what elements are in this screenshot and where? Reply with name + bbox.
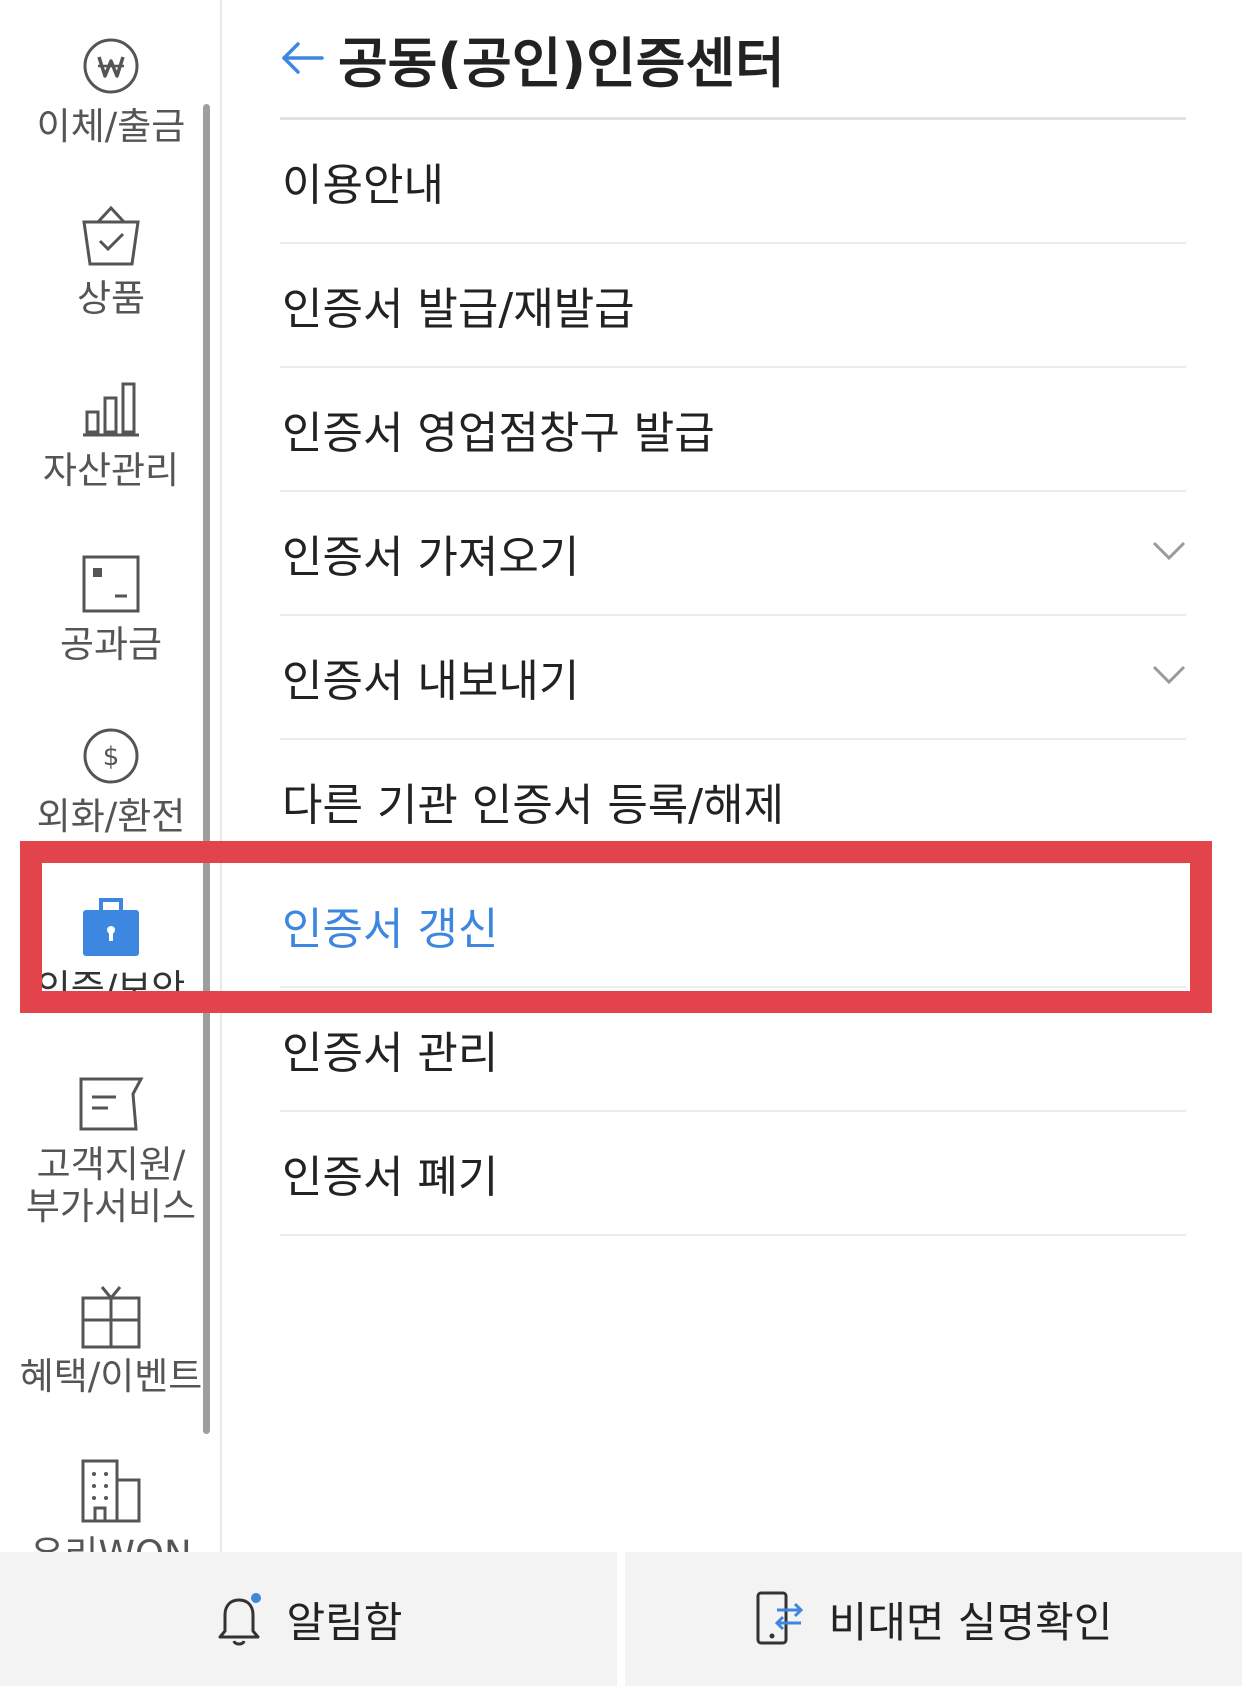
menu-item-revoke[interactable]: 인증서 폐기 [280,1112,1186,1236]
menu-item-label: 다른 기관 인증서 등록/해제 [282,780,785,831]
sidebar-item-transfer[interactable]: 이체/출금 [0,36,220,148]
back-arrow-icon[interactable] [278,38,324,78]
sidebar-scrollbar[interactable] [203,104,210,1434]
building-icon [81,1459,141,1523]
non-face-to-face-verification-button[interactable]: 비대면 실명확인 [617,1552,1242,1686]
menu-item-branch-issue[interactable]: 인증서 영업점창구 발급 [280,368,1186,492]
menu-item-label: 인증서 가져오기 [282,532,580,583]
bell-icon [218,1593,261,1646]
bottom-bar: 알림함 비대면 실명확인 [0,1552,1242,1686]
menu-item-label: 이용안내 [282,160,444,211]
certificate-menu: 이용안내 인증서 발급/재발급 인증서 영업점창구 발급 인증서 가져오기 인증… [280,120,1186,1236]
page-header: 공동(공인)인증센터 [278,18,785,98]
lock-case-icon [83,898,139,956]
sidebar-item-certification-security[interactable]: 인증/보안 [0,898,220,1010]
sidebar-item-customer-support[interactable]: 고객지원/ 부가서비스 [0,1076,220,1228]
sidebar-item-label: 인증/보안 [36,967,186,1010]
sidebar-item-label: 이체/출금 [36,105,186,148]
sidebar-item-bills[interactable]: 공과금 [0,554,220,666]
sidebar-item-label-line1: 고객지원/ [36,1143,186,1186]
sidebar-item-label: 혜택/이벤트 [19,1355,203,1398]
menu-item-renew[interactable]: 인증서 갱신 [280,864,1186,988]
menu-item-other-institution[interactable]: 다른 기관 인증서 등록/해제 [280,740,1186,864]
menu-item-label: 인증서 영업점창구 발급 [282,408,715,459]
sidebar-item-label: 외화/환전 [36,795,186,838]
notifications-button[interactable]: 알림함 [0,1552,617,1686]
sidebar-item-foreign-exchange[interactable]: $ 외화/환전 [0,726,220,838]
verification-label: 비대면 실명확인 [828,1597,1113,1647]
menu-item-label: 인증서 관리 [282,1028,499,1079]
sidebar-item-label: 상품 [76,277,146,320]
menu-item-label: 인증서 내보내기 [282,656,580,707]
bar-chart-icon [83,382,139,437]
chat-note-icon [79,1077,144,1131]
sidebar-item-label: 우리WON [0,1534,220,1553]
menu-item-export[interactable]: 인증서 내보내기 [280,616,1186,740]
page-title: 공동(공인)인증센터 [338,31,785,95]
sidebar-item-products[interactable]: 상품 [0,206,220,320]
svg-text:$: $ [103,742,120,772]
sidebar-item-label: 공과금 [59,623,163,666]
menu-item-import[interactable]: 인증서 가져오기 [280,492,1186,616]
menu-item-label: 인증서 폐기 [282,1152,499,1203]
sidebar-item-assets[interactable]: 자산관리 [0,380,220,492]
phone-transfer-icon [756,1591,803,1645]
sidebar-item-woori-won[interactable]: 우리WON [0,1458,220,1553]
won-coin-icon [83,38,139,94]
bill-icon [82,555,140,613]
shopping-bag-icon [82,206,140,266]
menu-item-label: 인증서 발급/재발급 [282,284,635,335]
menu-item-issue-reissue[interactable]: 인증서 발급/재발급 [280,244,1186,368]
sidebar-item-label-line2: 부가서비스 [25,1185,197,1228]
chevron-down-icon[interactable] [1152,664,1186,686]
sidebar-item-benefits-events[interactable]: 혜택/이벤트 [0,1284,220,1398]
certificate-center-panel: 공동(공인)인증센터 이용안내 인증서 발급/재발급 인증서 영업점창구 발급 … [222,0,1242,1552]
sidebar: 이체/출금 상품 자산관리 공과금 $ 외화/환전 인증/보안 고객지원/ 부가… [0,0,222,1552]
sidebar-item-label: 자산관리 [42,449,180,492]
notifications-label: 알림함 [286,1597,403,1647]
dollar-coin-icon: $ [83,728,139,784]
chevron-down-icon[interactable] [1152,540,1186,562]
menu-item-label: 인증서 갱신 [282,904,499,955]
menu-item-usage-guide[interactable]: 이용안내 [280,120,1186,244]
gift-icon [81,1286,141,1349]
menu-item-manage[interactable]: 인증서 관리 [280,988,1186,1112]
